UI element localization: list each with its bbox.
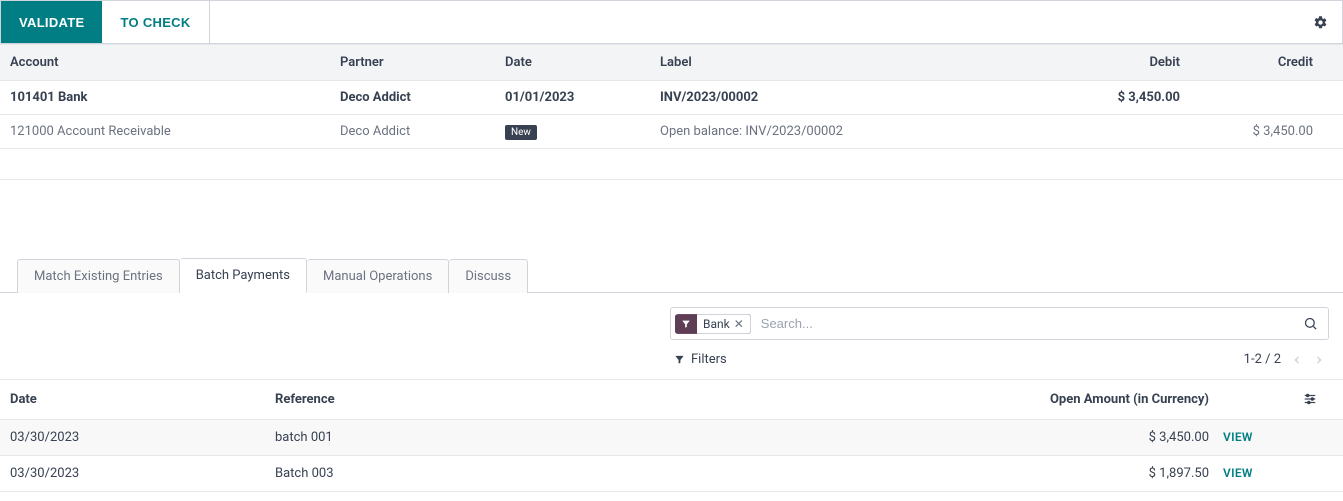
header-label[interactable]: Label <box>660 55 1020 70</box>
cell-partner: Deco Addict <box>340 90 505 105</box>
batch-header-reference[interactable]: Reference <box>275 392 805 407</box>
batch-row[interactable]: 03/30/2023 batch 001 $ 3,450.00 VIEW <box>0 420 1343 456</box>
batch-header-view <box>1223 392 1303 407</box>
filters-button[interactable]: Filters <box>674 352 727 367</box>
cell-credit: $ 3,450.00 <box>1180 124 1343 139</box>
cell-date-badge: New <box>505 124 660 139</box>
pager: 1-2 / 2 <box>1244 352 1325 367</box>
search-bar: Bank ✕ <box>670 307 1329 340</box>
batch-header-options <box>1303 392 1343 407</box>
cell-partner: Deco Addict <box>340 124 505 139</box>
journal-row[interactable]: 101401 Bank Deco Addict 01/01/2023 INV/2… <box>0 81 1343 115</box>
filter-tag-label: Bank ✕ <box>697 314 751 334</box>
batch-cell-reference: Batch 003 <box>275 466 805 481</box>
cell-label: INV/2023/00002 <box>660 90 1020 105</box>
validate-button[interactable]: VALIDATE <box>1 1 102 43</box>
filter-tag-text: Bank <box>703 317 730 331</box>
header-credit[interactable]: Credit <box>1180 55 1343 70</box>
tab-discuss[interactable]: Discuss <box>449 259 528 293</box>
filters-label: Filters <box>691 352 727 367</box>
header-account[interactable]: Account <box>0 55 340 70</box>
batch-cell-date: 03/30/2023 <box>0 430 275 445</box>
funnel-icon <box>674 354 685 365</box>
spacer <box>0 179 1343 257</box>
search-icon[interactable] <box>1297 316 1324 331</box>
cell-label: Open balance: INV/2023/00002 <box>660 124 1020 139</box>
pager-text: 1-2 / 2 <box>1244 352 1281 367</box>
batch-cell-amount: $ 3,450.00 <box>805 430 1223 445</box>
cell-debit: $ 3,450.00 <box>1020 90 1180 105</box>
cell-account: 121000 Account Receivable <box>0 124 340 139</box>
search-filter-area: Bank ✕ Filters 1-2 / 2 <box>0 293 1343 379</box>
sliders-icon[interactable] <box>1303 392 1343 406</box>
search-input[interactable] <box>757 312 1297 335</box>
view-link[interactable]: VIEW <box>1223 466 1253 480</box>
header-debit[interactable]: Debit <box>1020 55 1180 70</box>
gear-icon[interactable] <box>1299 1 1342 43</box>
filter-tag-remove-icon[interactable]: ✕ <box>734 317 744 331</box>
filter-tag-bank: Bank ✕ <box>675 314 751 334</box>
filters-pager-row: Filters 1-2 / 2 <box>670 340 1329 379</box>
toolbar-spacer <box>210 1 1299 43</box>
journal-table-header: Account Partner Date Label Debit Credit <box>0 44 1343 81</box>
cell-date: 01/01/2023 <box>505 90 660 105</box>
chevron-left-icon[interactable] <box>1291 354 1303 366</box>
batch-cell-amount: $ 1,897.50 <box>805 466 1223 481</box>
tabs-row: Match Existing Entries Batch Payments Ma… <box>0 257 1343 293</box>
view-link[interactable]: VIEW <box>1223 430 1253 444</box>
top-toolbar: VALIDATE TO CHECK <box>0 0 1343 44</box>
tab-match-existing[interactable]: Match Existing Entries <box>17 259 180 293</box>
batch-cell-reference: batch 001 <box>275 430 805 445</box>
funnel-icon <box>675 315 697 333</box>
batch-table-header: Date Reference Open Amount (in Currency) <box>0 379 1343 420</box>
tab-manual-operations[interactable]: Manual Operations <box>307 259 449 293</box>
batch-header-amount[interactable]: Open Amount (in Currency) <box>805 392 1223 407</box>
batch-cell-date: 03/30/2023 <box>0 466 275 481</box>
batch-header-date[interactable]: Date <box>0 392 275 407</box>
tab-batch-payments[interactable]: Batch Payments <box>180 258 307 293</box>
to-check-button[interactable]: TO CHECK <box>102 1 209 43</box>
chevron-right-icon[interactable] <box>1313 354 1325 366</box>
new-badge: New <box>505 125 537 140</box>
batch-row[interactable]: 03/30/2023 Batch 003 $ 1,897.50 VIEW <box>0 456 1343 492</box>
header-partner[interactable]: Partner <box>340 55 505 70</box>
header-date[interactable]: Date <box>505 55 660 70</box>
cell-account: 101401 Bank <box>0 90 340 105</box>
journal-row[interactable]: 121000 Account Receivable Deco Addict Ne… <box>0 115 1343 149</box>
